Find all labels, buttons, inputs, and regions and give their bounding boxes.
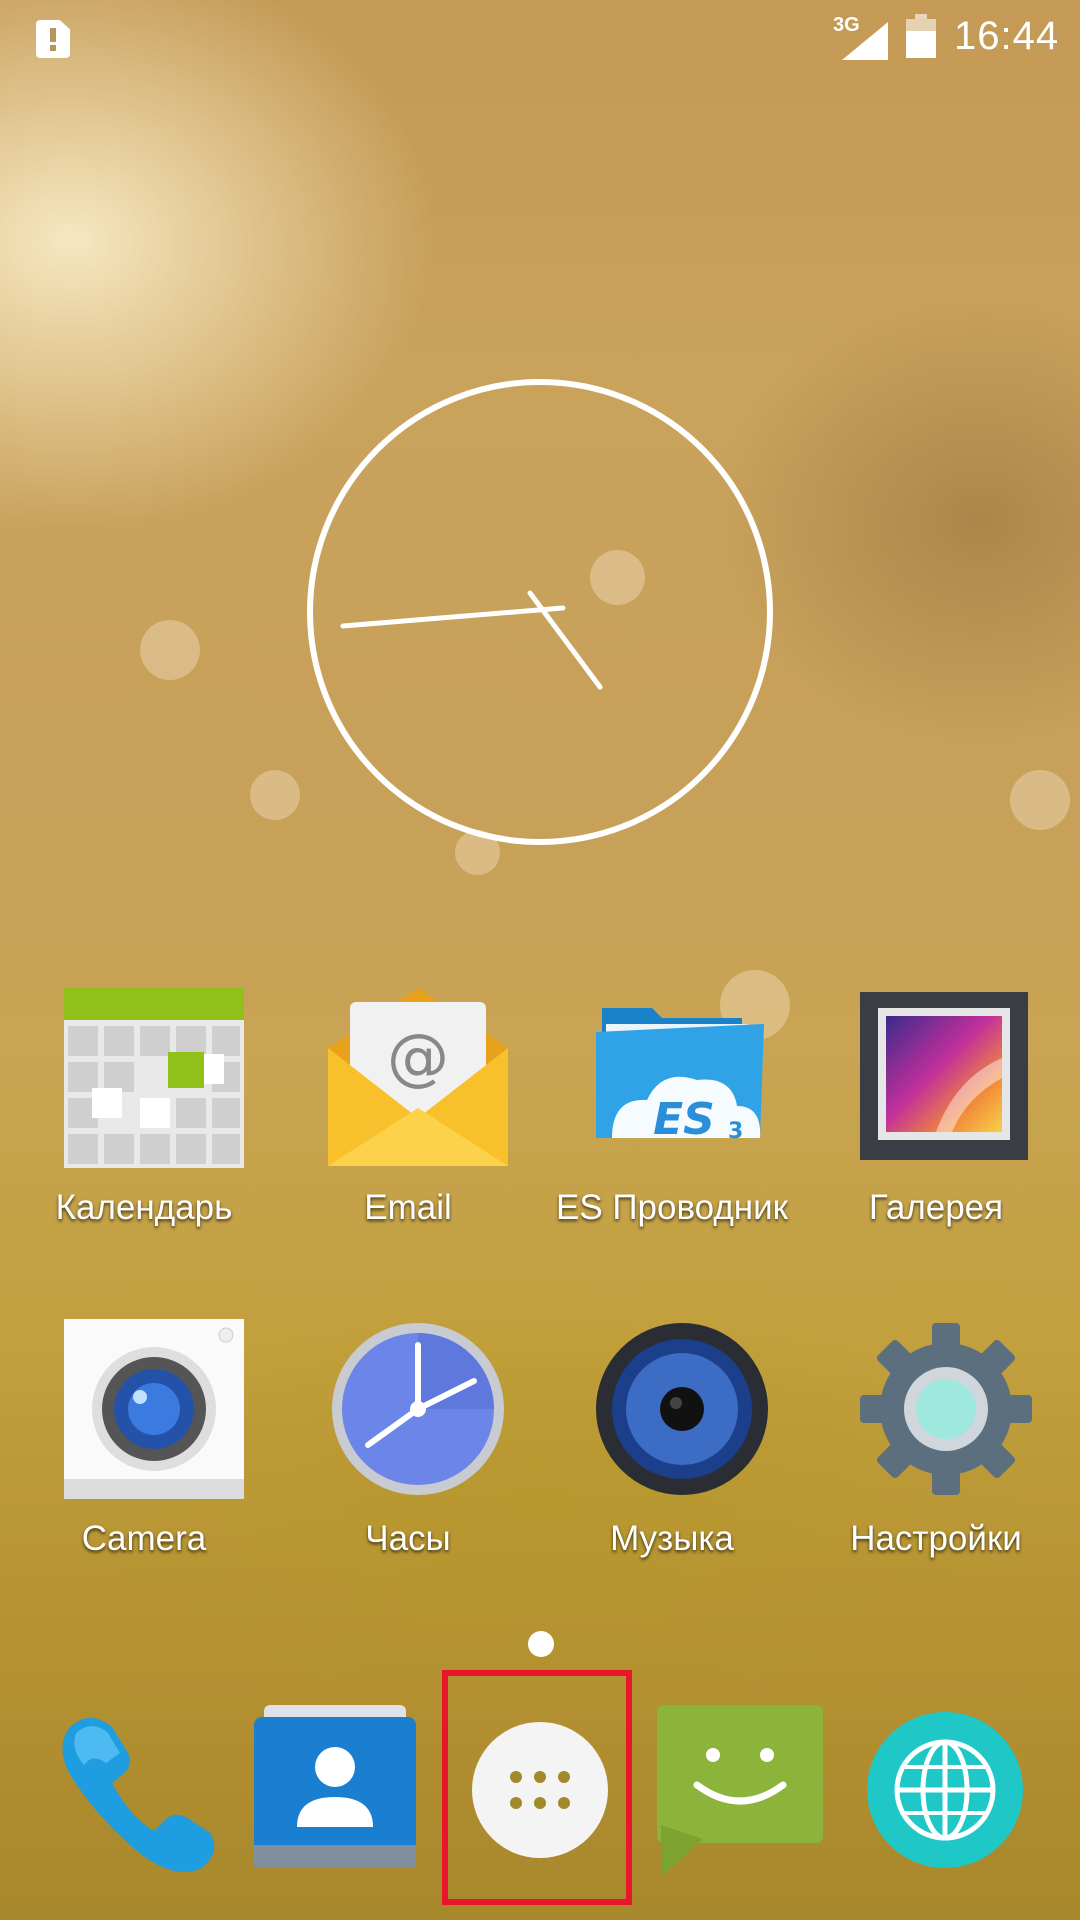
svg-text:@: @ — [387, 1020, 449, 1093]
app-clock[interactable]: Часы — [276, 1319, 540, 1619]
app-calendar[interactable]: Календарь — [12, 988, 276, 1288]
app-email[interactable]: @ Email — [276, 988, 540, 1288]
status-bar: 3G 16:44 — [0, 0, 1080, 80]
highlight-box — [442, 1670, 632, 1905]
app-es-explorer[interactable]: ES 3 ES Проводник — [540, 988, 804, 1288]
sd-card-alert-icon — [36, 20, 70, 58]
calendar-icon — [64, 988, 244, 1168]
dock-browser[interactable] — [860, 1705, 1030, 1875]
app-settings[interactable]: Настройки — [804, 1319, 1068, 1619]
app-label: Настройки — [850, 1519, 1022, 1558]
status-time: 16:44 — [954, 14, 1060, 58]
app-music[interactable]: Музыка — [540, 1319, 804, 1619]
app-label: Галерея — [868, 1188, 1004, 1227]
svg-text:3: 3 — [728, 1119, 743, 1144]
browser-globe-icon — [867, 1712, 1023, 1868]
network-type: 3G — [833, 14, 860, 36]
analog-clock-icon — [307, 379, 773, 845]
es-file-explorer-icon: ES 3 — [592, 988, 772, 1168]
contacts-icon — [254, 1705, 416, 1867]
dock-messaging[interactable] — [655, 1705, 825, 1877]
page-indicator — [528, 1631, 554, 1657]
phone-icon — [62, 1718, 215, 1872]
music-icon — [592, 1319, 772, 1499]
dock-contacts[interactable] — [250, 1705, 420, 1875]
app-label: Camera — [81, 1519, 207, 1558]
svg-text:ES: ES — [653, 1094, 715, 1145]
battery-icon — [906, 14, 936, 58]
app-label: ES Проводник — [555, 1188, 788, 1227]
app-camera[interactable]: Camera — [12, 1319, 276, 1619]
app-label: Календарь — [55, 1188, 233, 1227]
camera-icon — [64, 1319, 244, 1499]
clock-app-icon — [328, 1319, 508, 1499]
analog-clock-widget[interactable] — [303, 375, 777, 849]
app-gallery[interactable]: Галерея — [804, 988, 1068, 1288]
app-label: Email — [364, 1188, 452, 1227]
app-label: Часы — [365, 1519, 451, 1558]
app-label: Музыка — [610, 1519, 734, 1558]
settings-gear-icon — [856, 1319, 1036, 1499]
messaging-icon — [657, 1705, 823, 1877]
gallery-icon — [856, 988, 1036, 1168]
dock-phone[interactable] — [50, 1705, 220, 1875]
email-icon: @ — [328, 988, 508, 1168]
